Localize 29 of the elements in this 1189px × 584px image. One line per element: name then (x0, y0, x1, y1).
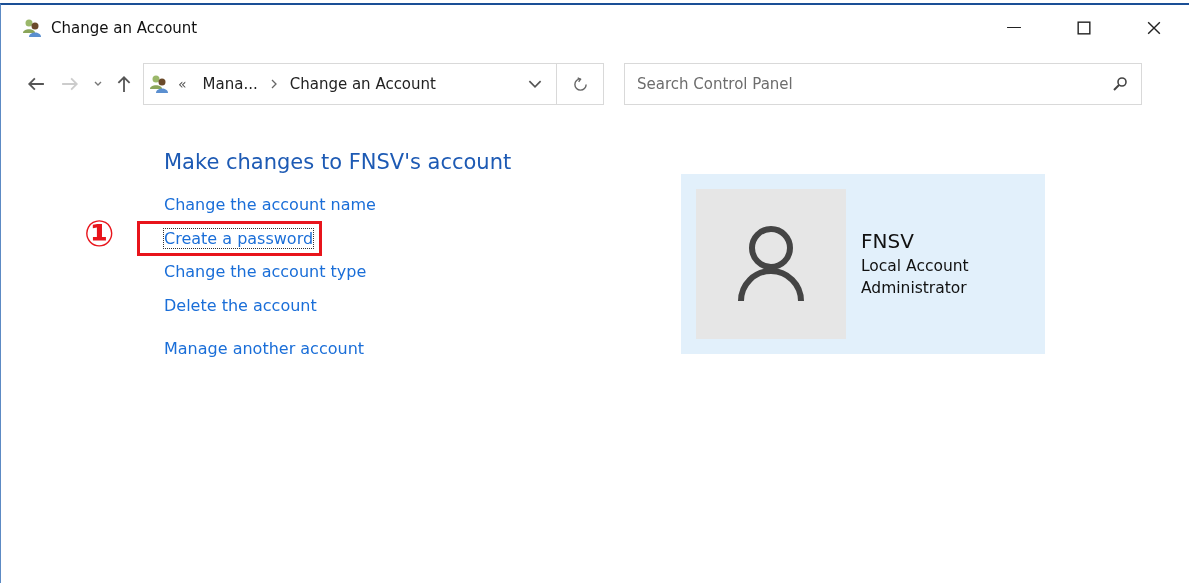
task-link[interactable]: Change the account type (164, 262, 367, 282)
task-link[interactable]: Manage another account (164, 339, 365, 359)
back-arrow-icon[interactable] (27, 75, 45, 93)
account-name: FNSV (861, 228, 915, 253)
chevron-down-icon[interactable] (528, 79, 542, 89)
account-type: Local Account (861, 255, 969, 277)
user-silhouette-icon (736, 224, 806, 304)
search-icon (1112, 76, 1128, 92)
window-title: Change an Account (51, 18, 198, 37)
search-field[interactable]: Search Control Panel (624, 63, 1142, 105)
breadcrumb[interactable]: Change an Account (289, 75, 436, 93)
maximize-icon (1077, 20, 1091, 35)
chevron-right-icon (269, 79, 278, 89)
task-link[interactable]: Change the account name (164, 195, 376, 215)
minimize-icon (1007, 26, 1021, 29)
task-link[interactable]: Create a password (164, 228, 314, 248)
refresh-icon (572, 76, 588, 92)
users-icon (148, 74, 170, 94)
task-link[interactable]: Delete the account (164, 295, 317, 315)
step-number-marker: ① (84, 215, 115, 252)
page-heading: Make changes to FNSV's account (164, 150, 513, 174)
up-arrow-icon[interactable] (115, 75, 133, 93)
address-bar[interactable]: « Mana... Change an Account (143, 63, 556, 105)
users-icon (21, 17, 43, 38)
refresh-button[interactable] (556, 63, 604, 105)
close-icon (1147, 20, 1161, 35)
account-role: Administrator (861, 278, 968, 299)
overflow-chevron[interactable]: « (178, 76, 187, 92)
breadcrumb[interactable]: Mana... (202, 75, 258, 93)
